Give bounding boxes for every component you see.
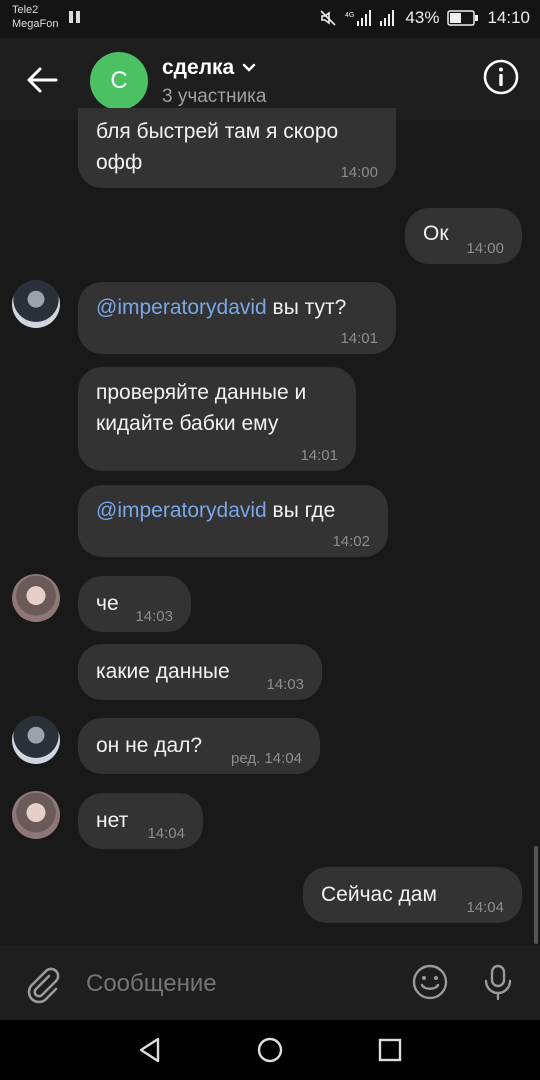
system-nav-bar [0,1020,540,1080]
carrier-1: Tele2 [12,4,39,16]
message-bubble-own[interactable]: Сейчас дам 14:04 [303,867,522,923]
message-text: офф [96,151,143,174]
avatar[interactable] [12,574,60,622]
battery-percent: 43% [405,8,440,27]
status-bar: Tele2 MegaFon 4G 43% 14:10 [0,0,540,38]
message-text: какие данные [96,660,230,683]
nav-home-icon[interactable] [256,1036,284,1064]
message-composer [0,946,540,1020]
signal-icon [380,10,395,26]
chevron-down-icon [243,63,256,72]
message-time: ред. 14:04 [231,750,302,767]
message-bubble[interactable]: @imperatorydavid вы где 14:02 [78,485,388,557]
chat-title[interactable]: сделка [162,56,256,80]
message-text: Ок [423,222,449,245]
signal-4g-icon: 4G [345,10,372,26]
message-time: 14:02 [332,533,370,550]
mute-icon [320,10,336,26]
carrier-labels: Tele2 MegaFon [12,3,58,31]
mention-link[interactable]: @imperatorydavid [96,296,267,319]
message-time: 14:01 [300,447,338,464]
message-text: кидайте бабки ему [96,412,279,435]
info-icon[interactable] [482,58,520,96]
clock: 14:10 [487,8,530,27]
message-bubble[interactable]: че 14:03 [78,576,191,632]
battery-icon [447,10,479,26]
message-bubble[interactable]: нет 14:04 [78,793,203,849]
message-bubble[interactable]: какие данные 14:03 [78,644,322,700]
message-text: вы где [266,499,336,522]
nav-recents-icon[interactable] [376,1036,404,1064]
chat-title-text: сделка [162,56,235,79]
participants-count: 3 участника [162,86,267,107]
group-avatar[interactable]: С [90,52,148,110]
scrollbar[interactable] [534,846,538,944]
message-bubble[interactable]: бля быстрей там я скоро офф 14:00 [78,108,396,188]
back-arrow-icon[interactable] [22,60,62,100]
message-bubble[interactable]: проверяйте данные и кидайте бабки ему 14… [78,367,356,471]
svg-text:4G: 4G [345,12,354,19]
message-time: 14:01 [340,330,378,347]
paperclip-icon[interactable] [22,964,62,1004]
message-text: нет [96,809,129,832]
message-text: че [96,592,119,615]
message-text: бля быстрей там я скоро [96,120,339,143]
message-time: 14:03 [135,608,173,625]
signal-pause-icon [69,11,80,23]
avatar[interactable] [12,791,60,839]
status-right: 4G 43% 14:10 [319,8,530,28]
message-bubble[interactable]: @imperatorydavid вы тут? 14:01 [78,282,396,354]
message-time: 14:00 [466,240,504,257]
message-text: вы тут? [266,296,347,319]
mention-link[interactable]: @imperatorydavid [96,499,267,522]
message-time: 14:04 [147,825,185,842]
avatar[interactable] [12,716,60,764]
message-bubble[interactable]: он не дал? ред. 14:04 [78,718,320,774]
message-text: проверяйте данные и [96,381,307,404]
message-time: 14:04 [466,899,504,916]
carrier-2: MegaFon [12,18,59,30]
nav-back-icon[interactable] [136,1036,164,1064]
message-text: он не дал? [96,734,203,757]
message-input[interactable] [86,966,386,1002]
message-text: Сейчас дам [321,883,437,906]
avatar[interactable] [12,280,60,328]
emoji-icon[interactable] [410,962,450,1002]
microphone-icon[interactable] [478,962,518,1002]
message-time: 14:03 [266,676,304,693]
message-bubble-own[interactable]: Ок 14:00 [405,208,522,264]
message-time: 14:00 [340,164,378,181]
